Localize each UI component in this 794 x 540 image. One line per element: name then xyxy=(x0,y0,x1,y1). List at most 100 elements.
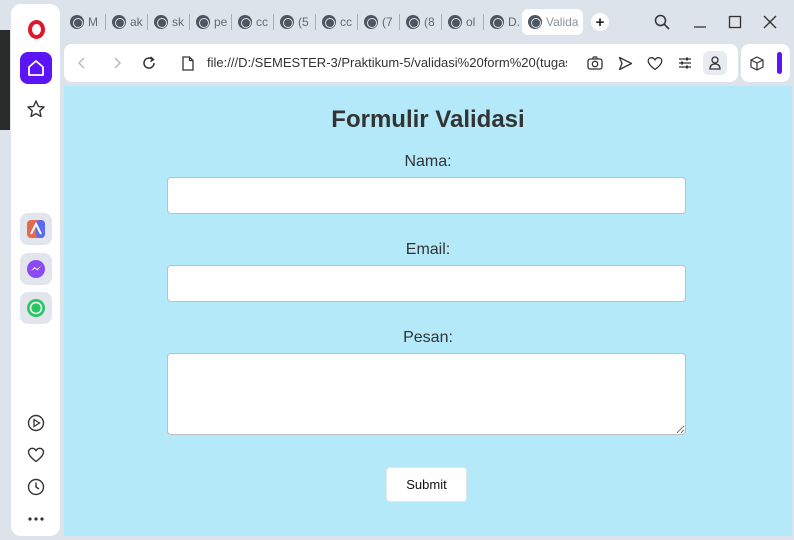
tab-label: (7 xyxy=(382,15,393,29)
tab-separator xyxy=(357,14,358,30)
pesan-textarea[interactable] xyxy=(167,353,686,435)
forward-icon xyxy=(114,57,122,69)
back-button[interactable] xyxy=(70,51,94,75)
star-icon xyxy=(27,100,45,118)
tab-label: cc xyxy=(256,15,268,29)
email-input[interactable] xyxy=(167,265,686,302)
submit-button[interactable]: Submit xyxy=(386,467,467,502)
easy-setup-button[interactable] xyxy=(674,52,696,74)
messenger-app-button[interactable] xyxy=(20,253,52,285)
tab-item[interactable]: (7 xyxy=(364,10,396,34)
opera-menu-button[interactable] xyxy=(19,12,53,46)
tab-item[interactable]: sk xyxy=(154,10,186,34)
pesan-label: Pesan: xyxy=(403,329,453,346)
tab-separator xyxy=(231,14,232,30)
tab-label: ol xyxy=(466,15,476,29)
globe-icon xyxy=(280,15,294,29)
tab-search-button[interactable] xyxy=(648,8,676,36)
minimize-button[interactable] xyxy=(686,8,714,36)
more-icon xyxy=(28,517,44,521)
tab-label: ak xyxy=(130,15,143,29)
cube-icon xyxy=(750,55,764,71)
sidebar-toggle-indicator[interactable] xyxy=(777,52,782,74)
address-toolbar: file:///D:/SEMESTER-3/Praktikum-5/valida… xyxy=(64,44,738,82)
tab-item[interactable]: (8 xyxy=(406,10,438,34)
page-info-button[interactable] xyxy=(176,51,200,75)
tab-item[interactable]: ak xyxy=(112,10,144,34)
bookmarks-button[interactable] xyxy=(19,92,53,126)
aria-app-button[interactable] xyxy=(20,213,52,245)
globe-icon xyxy=(322,15,336,29)
email-label: Email: xyxy=(405,241,451,258)
minimize-icon xyxy=(694,26,706,28)
settings-sliders-icon xyxy=(679,57,691,69)
snapshot-button[interactable] xyxy=(584,52,606,74)
back-icon xyxy=(77,57,85,69)
pinboards-button[interactable] xyxy=(19,438,53,472)
opera-logo-icon xyxy=(27,19,45,39)
close-button[interactable] xyxy=(756,8,784,36)
extensions-button[interactable] xyxy=(746,52,768,74)
address-input[interactable]: file:///D:/SEMESTER-3/Praktikum-5/valida… xyxy=(207,55,567,70)
globe-icon xyxy=(154,15,168,29)
tab-item[interactable]: ol xyxy=(448,10,480,34)
tab-item[interactable]: (5 xyxy=(280,10,312,34)
globe-icon xyxy=(490,15,504,29)
globe-icon xyxy=(406,15,420,29)
reload-button[interactable] xyxy=(137,51,161,75)
tab-separator xyxy=(441,14,442,30)
file-icon xyxy=(182,55,194,71)
search-icon xyxy=(654,14,670,30)
tab-label: pe xyxy=(214,15,228,29)
profile-icon xyxy=(709,56,721,70)
tab-item[interactable]: pe xyxy=(196,10,228,34)
tab-active[interactable]: Valida xyxy=(522,9,583,35)
browser-sidebar xyxy=(0,0,62,540)
tab-separator xyxy=(315,14,316,30)
page-title: Formulir Validasi xyxy=(331,106,525,133)
heart-icon xyxy=(27,447,45,463)
tab-separator xyxy=(273,14,274,30)
maximize-button[interactable] xyxy=(721,8,749,36)
tab-item[interactable]: M xyxy=(70,10,100,34)
camera-icon xyxy=(587,56,603,70)
tab-item[interactable]: cc xyxy=(238,10,270,34)
page-content: Formulir Validasi Nama: Email: Pesan: Su… xyxy=(64,86,792,536)
history-button[interactable] xyxy=(19,470,53,504)
tab-strip: M ak sk pe cc (5 cc (7 (8 ol D. Valida + xyxy=(62,0,794,42)
heart-icon xyxy=(647,56,663,70)
tab-item[interactable]: D. xyxy=(490,10,520,34)
window-edge-shadow xyxy=(0,30,10,130)
home-button[interactable] xyxy=(20,52,52,84)
more-button[interactable] xyxy=(19,502,53,536)
reload-icon xyxy=(143,56,155,69)
globe-icon xyxy=(70,15,84,29)
new-tab-button[interactable]: + xyxy=(591,13,609,31)
tab-label: D. xyxy=(508,15,520,29)
tab-item[interactable]: cc xyxy=(322,10,354,34)
tab-label: sk xyxy=(172,15,184,29)
tab-separator xyxy=(483,14,484,30)
whatsapp-app-button[interactable] xyxy=(20,292,52,324)
tab-separator xyxy=(399,14,400,30)
nama-label: Nama: xyxy=(404,153,452,170)
tab-separator xyxy=(189,14,190,30)
player-button[interactable] xyxy=(19,406,53,440)
player-icon xyxy=(27,414,45,432)
tab-label: cc xyxy=(340,15,352,29)
profile-button[interactable] xyxy=(703,51,727,75)
bookmark-heart-button[interactable] xyxy=(644,52,666,74)
forward-button[interactable] xyxy=(105,51,129,75)
globe-icon xyxy=(528,15,542,29)
maximize-icon xyxy=(728,15,742,29)
whatsapp-icon xyxy=(27,299,45,317)
globe-icon xyxy=(448,15,462,29)
nama-input[interactable] xyxy=(167,177,686,214)
send-icon xyxy=(618,56,632,70)
messenger-icon xyxy=(27,260,45,278)
globe-icon xyxy=(364,15,378,29)
tab-separator xyxy=(105,14,106,30)
aria-icon xyxy=(27,220,45,238)
send-button[interactable] xyxy=(614,52,636,74)
globe-icon xyxy=(112,15,126,29)
